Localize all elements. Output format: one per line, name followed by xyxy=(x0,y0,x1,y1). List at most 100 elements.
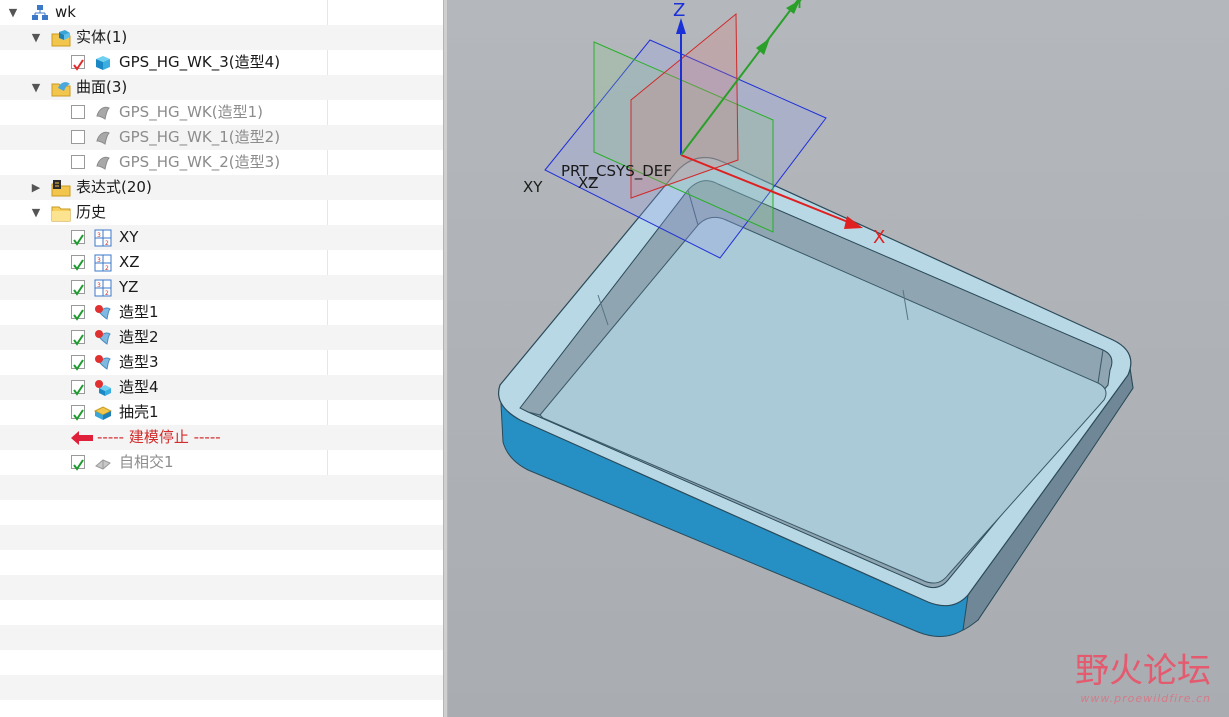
shape-feature-icon xyxy=(94,354,112,372)
svg-text:2: 2 xyxy=(105,240,109,247)
empty-row xyxy=(0,550,443,575)
svg-text:3: 3 xyxy=(97,282,101,289)
tree-row-history-item[interactable]: 抽壳1 xyxy=(0,400,443,425)
tree-expressions-label: 表达式(20) xyxy=(76,178,152,196)
chevron-down-icon[interactable]: ▼ xyxy=(29,75,43,100)
chevron-right-icon[interactable]: ▶ xyxy=(29,175,43,200)
tree-item-label: 造型3 xyxy=(119,353,159,371)
tree-row-history-item[interactable]: 造型4 xyxy=(0,375,443,400)
tree-row-solid-item[interactable]: GPS_HG_WK_3(造型4) xyxy=(0,50,443,75)
tree-item-label: 抽壳1 xyxy=(119,403,159,421)
visibility-checkbox[interactable] xyxy=(71,455,85,471)
watermark-title: 野火论坛 xyxy=(1075,651,1211,691)
history-folder-icon xyxy=(51,204,71,222)
intersect-icon xyxy=(94,454,112,472)
graphics-viewport[interactable]: Z X Y PRT_CSYS_DEF XY XZ 野火论坛 www.proewi… xyxy=(448,0,1229,717)
x-axis-label: X xyxy=(873,227,885,248)
tree-item-label: XY xyxy=(119,228,139,246)
visibility-checkbox[interactable] xyxy=(71,130,85,144)
tree-item-label: GPS_HG_WK(造型1) xyxy=(119,103,264,121)
y-axis-label: Y xyxy=(793,0,806,13)
x-axis-arrow xyxy=(844,216,863,229)
solid-folder-icon xyxy=(51,29,71,47)
visibility-checkbox[interactable] xyxy=(71,280,85,296)
tree-row-history-item[interactable]: 32 XY xyxy=(0,225,443,250)
plane-label-xz: XZ xyxy=(578,174,599,192)
datum-plane-icon: 32 xyxy=(94,279,112,297)
empty-row xyxy=(0,650,443,675)
visibility-checkbox[interactable] xyxy=(71,55,85,71)
shell-icon xyxy=(93,404,113,422)
empty-row xyxy=(0,475,443,500)
empty-row xyxy=(0,700,443,717)
modeling-stop-label: ----- 建模停止 ----- xyxy=(97,428,221,446)
tree-item-label: 造型1 xyxy=(119,303,159,321)
tree-item-label: GPS_HG_WK_2(造型3) xyxy=(119,153,281,171)
tree-item-label: XZ xyxy=(119,253,140,271)
empty-row xyxy=(0,625,443,650)
svg-text:3: 3 xyxy=(97,232,101,239)
tree-item-label: GPS_HG_WK_1(造型2) xyxy=(119,128,281,146)
tree-surfaces-label: 曲面(3) xyxy=(76,78,128,96)
svg-text:2: 2 xyxy=(105,290,109,297)
tree-row-solids[interactable]: ▼ 实体(1) xyxy=(0,25,443,50)
empty-row xyxy=(0,600,443,625)
tree-row-history-item[interactable]: 自相交1 xyxy=(0,450,443,475)
tree-row-history-item[interactable]: 造型3 xyxy=(0,350,443,375)
chevron-down-icon[interactable]: ▼ xyxy=(29,25,43,50)
chevron-down-icon[interactable]: ▼ xyxy=(6,0,20,25)
tree-row-history-item[interactable]: 32 YZ xyxy=(0,275,443,300)
datum-plane-icon: 32 xyxy=(94,254,112,272)
tree-row-surfaces[interactable]: ▼ 曲面(3) xyxy=(0,75,443,100)
surface-icon xyxy=(94,104,112,122)
z-axis-label: Z xyxy=(673,0,685,21)
tree-row-surface-item[interactable]: GPS_HG_WK_1(造型2) xyxy=(0,125,443,150)
empty-row xyxy=(0,575,443,600)
tree-solids-label: 实体(1) xyxy=(76,28,128,46)
model-tree-panel: ▼ wk ▼ 实体(1) GPS_HG_WK_3(造型4) ▼ 曲面(3) GP… xyxy=(0,0,443,717)
plane-label-xy: XY xyxy=(523,178,543,196)
tree-item-label: 造型2 xyxy=(119,328,159,346)
tree-item-label: 造型4 xyxy=(119,378,159,396)
visibility-checkbox[interactable] xyxy=(71,330,85,346)
visibility-checkbox[interactable] xyxy=(71,105,85,119)
svg-text:2: 2 xyxy=(105,265,109,272)
empty-row xyxy=(0,525,443,550)
visibility-checkbox[interactable] xyxy=(71,255,85,271)
modeling-stop-marker[interactable]: ----- 建模停止 ----- xyxy=(0,425,443,450)
shape-feature-icon xyxy=(94,304,112,322)
shape-solid-feature-icon xyxy=(94,379,112,397)
model-tree-icon xyxy=(31,4,49,22)
tree-item-label: GPS_HG_WK_3(造型4) xyxy=(119,53,281,71)
visibility-checkbox[interactable] xyxy=(71,355,85,371)
tree-row-history-item[interactable]: 造型1 xyxy=(0,300,443,325)
stop-arrow-icon xyxy=(70,430,94,446)
datum-plane-icon: 32 xyxy=(94,229,112,247)
solid-body-icon xyxy=(94,54,112,72)
chevron-down-icon[interactable]: ▼ xyxy=(29,200,43,225)
tree-row-root[interactable]: ▼ wk xyxy=(0,0,443,25)
surface-icon xyxy=(94,154,112,172)
surface-icon xyxy=(94,129,112,147)
visibility-checkbox[interactable] xyxy=(71,380,85,396)
tree-row-history-item[interactable]: 造型2 xyxy=(0,325,443,350)
3d-scene: Z X Y PRT_CSYS_DEF XY XZ xyxy=(498,0,1134,637)
svg-text:3: 3 xyxy=(97,257,101,264)
empty-row xyxy=(0,500,443,525)
tree-row-history[interactable]: ▼ 历史 xyxy=(0,200,443,225)
visibility-checkbox[interactable] xyxy=(71,155,85,169)
visibility-checkbox[interactable] xyxy=(71,405,85,421)
tree-item-label: YZ xyxy=(119,278,139,296)
watermark: 野火论坛 www.proewildfire.cn xyxy=(1075,643,1211,705)
empty-row xyxy=(0,675,443,700)
visibility-checkbox[interactable] xyxy=(71,305,85,321)
tree-history-label: 历史 xyxy=(76,203,107,221)
tree-row-history-item[interactable]: 32 XZ xyxy=(0,250,443,275)
tree-item-label: 自相交1 xyxy=(119,453,174,471)
tree-row-surface-item[interactable]: GPS_HG_WK(造型1) xyxy=(0,100,443,125)
tree-row-expressions[interactable]: ▶ 表达式(20) xyxy=(0,175,443,200)
tree-root-label: wk xyxy=(55,3,76,21)
tree-row-surface-item[interactable]: GPS_HG_WK_2(造型3) xyxy=(0,150,443,175)
expression-folder-icon xyxy=(51,179,71,197)
visibility-checkbox[interactable] xyxy=(71,230,85,246)
